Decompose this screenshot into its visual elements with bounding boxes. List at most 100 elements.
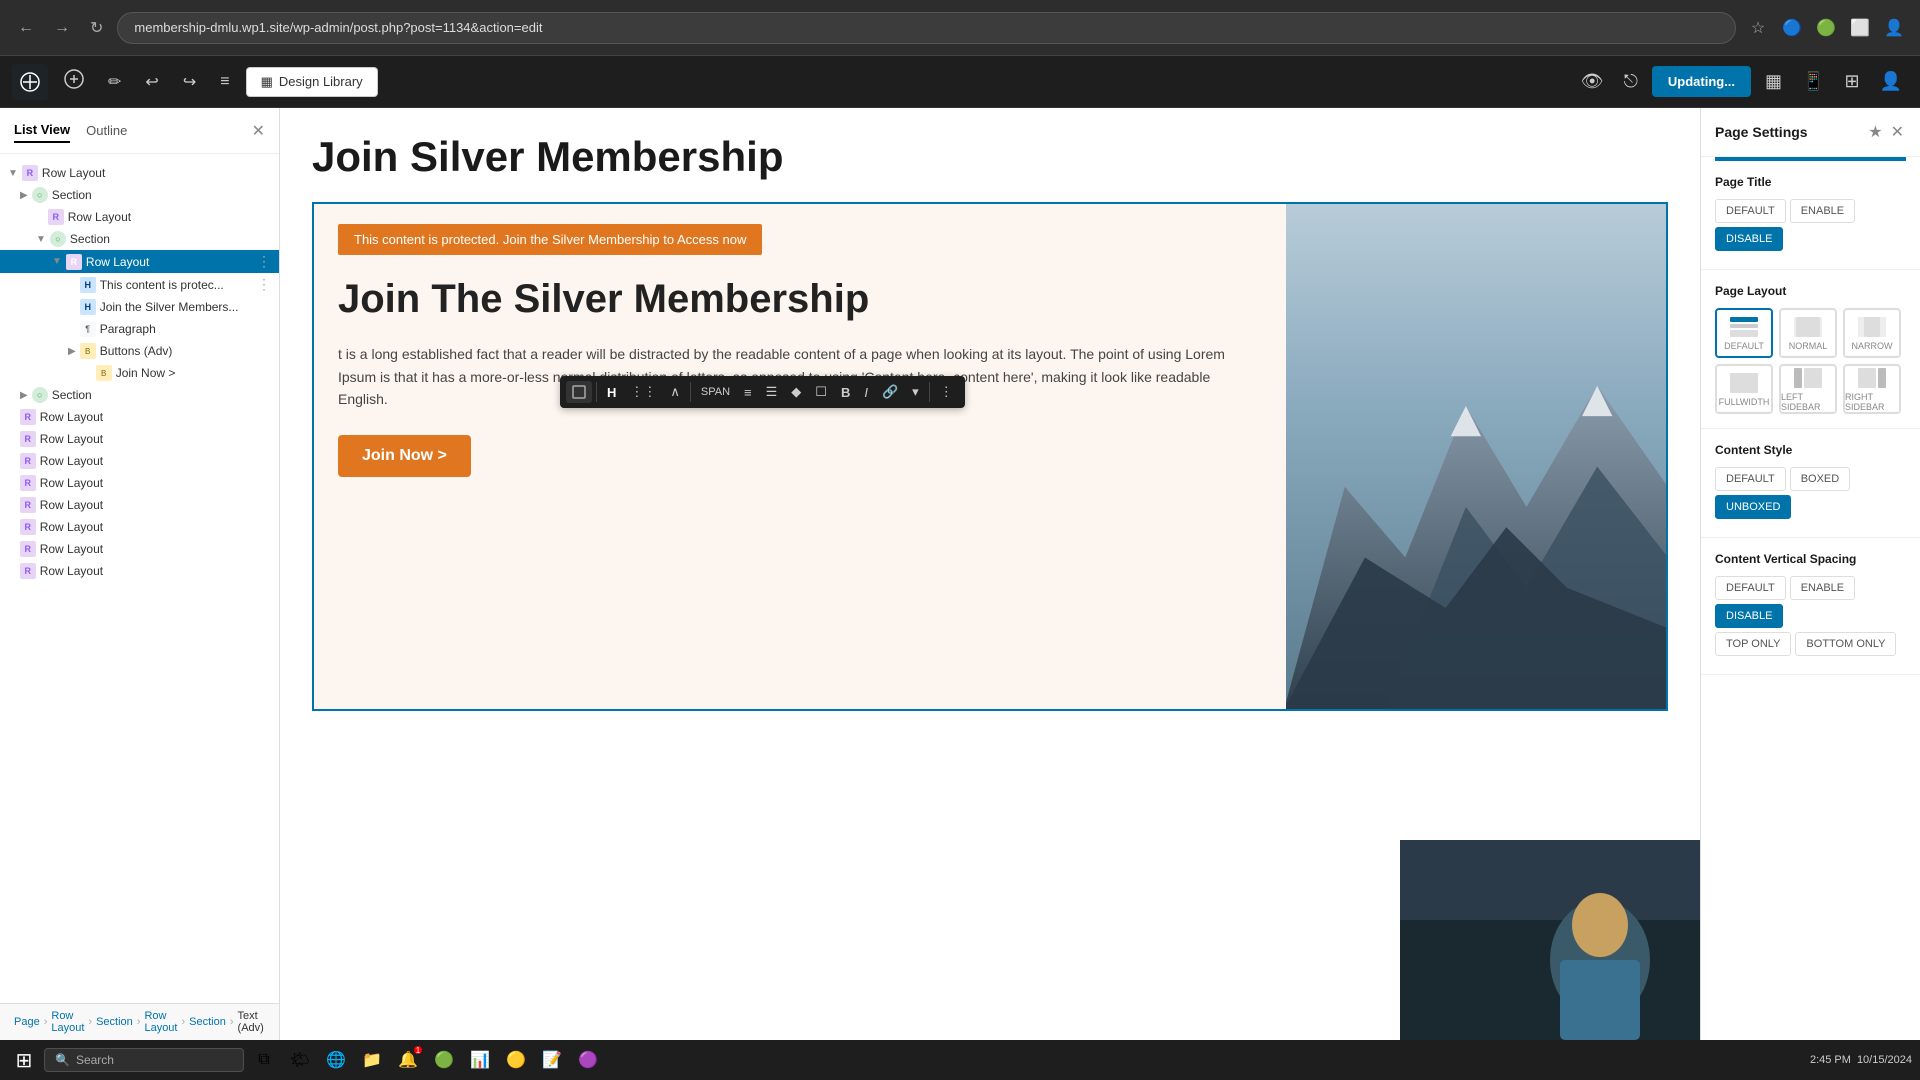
content-spacing-disable-btn[interactable]: DISABLE bbox=[1715, 604, 1783, 628]
sidebar-toggle-btn[interactable]: ⊞ bbox=[1838, 65, 1865, 98]
taskbar-app3-icon[interactable]: 🟡 bbox=[500, 1044, 532, 1076]
add-block-btn[interactable] bbox=[56, 63, 92, 100]
nav-back-btn[interactable]: ← bbox=[12, 15, 40, 41]
bookmark-icon[interactable]: ☆ bbox=[1744, 14, 1772, 42]
block-tool-more-btn[interactable]: ⋮ bbox=[934, 380, 959, 404]
tree-row-3[interactable]: ▶ R Row Layout bbox=[0, 428, 279, 450]
tree-row-7[interactable]: ▶ R Row Layout bbox=[0, 516, 279, 538]
layout-right-sidebar-opt[interactable]: RIGHT SIDEBAR bbox=[1843, 364, 1901, 414]
layout-left-sidebar-opt[interactable]: LEFT SIDEBAR bbox=[1779, 364, 1837, 414]
tree-row-9[interactable]: ▶ R Row Layout bbox=[0, 560, 279, 582]
tree-protected-text[interactable]: ▶ H This content is protec... ⋮ bbox=[0, 273, 279, 296]
extension-icon2[interactable]: 🟢 bbox=[1812, 14, 1840, 42]
taskbar-task-view-btn[interactable]: ⧉ bbox=[248, 1044, 280, 1076]
page-title-disable-btn[interactable]: DISABLE bbox=[1715, 227, 1783, 251]
taskbar-search-btn[interactable]: 🔍 Search bbox=[44, 1048, 244, 1072]
taskbar-app4-icon[interactable]: 📝 bbox=[536, 1044, 568, 1076]
block-tool-up-btn[interactable]: ∧ bbox=[664, 380, 686, 404]
content-spacing-top-btn[interactable]: TOP ONLY bbox=[1715, 632, 1791, 656]
profile-icon[interactable]: 👤 bbox=[1880, 14, 1908, 42]
breadcrumb-section2[interactable]: Section bbox=[189, 1016, 226, 1028]
block-tool-bold-btn[interactable]: B bbox=[835, 381, 856, 404]
block-tool-drag-btn[interactable]: ⋮⋮ bbox=[624, 380, 662, 404]
extension-icon1[interactable]: 🔵 bbox=[1778, 14, 1806, 42]
more-options-icon[interactable]: ⋮ bbox=[257, 253, 271, 270]
tree-row-8[interactable]: ▶ R Row Layout bbox=[0, 538, 279, 560]
design-library-btn[interactable]: ▦ Design Library bbox=[246, 67, 378, 97]
breadcrumb-rowlayout2[interactable]: Row Layout bbox=[144, 1010, 177, 1034]
breadcrumb-section[interactable]: Section bbox=[96, 1016, 133, 1028]
responsive-btn[interactable]: 📱 bbox=[1796, 65, 1830, 98]
tree-section-2[interactable]: ▼ ○ Section bbox=[0, 228, 279, 250]
breadcrumb-page[interactable]: Page bbox=[14, 1016, 40, 1028]
user-btn[interactable]: 👤 bbox=[1874, 65, 1908, 98]
content-style-unboxed-btn[interactable]: UNBOXED bbox=[1715, 495, 1791, 519]
block-tool-italic-btn[interactable]: I bbox=[858, 381, 874, 404]
panel-close-btn[interactable]: ✕ bbox=[1889, 120, 1906, 144]
taskbar-app2-icon[interactable]: 📊 bbox=[464, 1044, 496, 1076]
taskbar-files-icon[interactable]: 📁 bbox=[356, 1044, 388, 1076]
content-style-boxed-btn[interactable]: BOXED bbox=[1790, 467, 1851, 491]
block-tool-align-btn[interactable]: ≡ bbox=[738, 381, 758, 404]
settings-icon-btn[interactable]: ▦ bbox=[1759, 65, 1788, 98]
layout-narrow-opt[interactable]: NARROW bbox=[1843, 308, 1901, 358]
nav-forward-btn[interactable]: → bbox=[48, 15, 76, 41]
tree-row-4[interactable]: ▶ R Row Layout bbox=[0, 450, 279, 472]
tree-section-3[interactable]: ▶ ○ Section bbox=[0, 384, 279, 406]
tree-paragraph[interactable]: ▶ ¶ Paragraph bbox=[0, 318, 279, 340]
content-spacing-bottom-btn[interactable]: BOTTOM ONLY bbox=[1795, 632, 1896, 656]
start-btn[interactable]: ⊞ bbox=[8, 1044, 40, 1076]
taskbar-chrome-icon[interactable]: 🌐 bbox=[320, 1044, 352, 1076]
tree-buttons-adv[interactable]: ▶ B Buttons (Adv) bbox=[0, 340, 279, 362]
redo-btn[interactable]: ↪ bbox=[175, 66, 204, 98]
edit-btn[interactable]: ✏ bbox=[100, 66, 129, 98]
panel-close-btn[interactable]: ✕ bbox=[252, 121, 265, 141]
tab-list-view[interactable]: List View bbox=[14, 118, 70, 143]
updating-btn[interactable]: Updating... bbox=[1652, 66, 1751, 97]
block-tool-dropdown-btn[interactable]: ▾ bbox=[906, 380, 925, 404]
tab-outline[interactable]: Outline bbox=[86, 119, 127, 142]
extension-icon3[interactable]: ⬜ bbox=[1846, 14, 1874, 42]
taskbar-notification-icon[interactable]: 🔔1 bbox=[392, 1044, 424, 1076]
tree-row-layout-2[interactable]: ▶ R Row Layout bbox=[0, 206, 279, 228]
block-tool-span-btn[interactable]: SPAN bbox=[695, 382, 736, 402]
content-spacing-enable-btn[interactable]: ENABLE bbox=[1790, 576, 1855, 600]
block-tool-box-btn[interactable]: ☐ bbox=[809, 380, 833, 404]
tree-section-1[interactable]: ▶ ○ Section bbox=[0, 184, 279, 206]
page-title-enable-btn[interactable]: ENABLE bbox=[1790, 199, 1855, 223]
join-now-btn[interactable]: Join Now > bbox=[338, 435, 471, 477]
block-tool-list-btn[interactable]: ☰ bbox=[760, 380, 784, 404]
layout-default-opt[interactable]: DEFAULT bbox=[1715, 308, 1773, 358]
tree-row-6[interactable]: ▶ R Row Layout bbox=[0, 494, 279, 516]
layout-normal-opt[interactable]: NORMAL bbox=[1779, 308, 1837, 358]
more-options-icon[interactable]: ⋮ bbox=[257, 276, 271, 293]
tree-row-2[interactable]: ▶ R Row Layout bbox=[0, 406, 279, 428]
canvas-area[interactable]: Join Silver Membership H ⋮⋮ ∧ SPAN ≡ ☰ ◆… bbox=[280, 108, 1700, 1080]
preview-btn[interactable]: ⎋ bbox=[1618, 65, 1644, 98]
content-style-default-btn[interactable]: DEFAULT bbox=[1715, 467, 1786, 491]
tree-row-layout-active[interactable]: ▼ R Row Layout ⋮ bbox=[0, 250, 279, 273]
content-spacing-default-btn[interactable]: DEFAULT bbox=[1715, 576, 1786, 600]
layout-fullwidth-opt[interactable]: FULLWIDTH bbox=[1715, 364, 1773, 414]
block-tool-select-btn[interactable] bbox=[566, 381, 592, 403]
breadcrumb-row[interactable]: Row Layout bbox=[51, 1010, 84, 1034]
undo-btn[interactable]: ↩ bbox=[137, 66, 166, 98]
star-btn[interactable]: ★ bbox=[1866, 120, 1884, 144]
page-title-default-btn[interactable]: DEFAULT bbox=[1715, 199, 1786, 223]
nav-refresh-btn[interactable]: ↻ bbox=[84, 14, 109, 42]
block-tool-heading-btn[interactable]: H bbox=[601, 381, 622, 404]
wp-logo[interactable] bbox=[12, 64, 48, 100]
tree-join-silver[interactable]: ▶ H Join the Silver Members... bbox=[0, 296, 279, 318]
block-tool-link-btn[interactable]: 🔗 bbox=[876, 380, 904, 404]
protected-content-section[interactable]: This content is protected. Join the Silv… bbox=[312, 202, 1668, 711]
tree-row-layout-1[interactable]: ▼ R Row Layout bbox=[0, 162, 279, 184]
tree-join-now[interactable]: ▶ B Join Now > bbox=[0, 362, 279, 384]
taskbar-app5-icon[interactable]: 🟣 bbox=[572, 1044, 604, 1076]
menu-btn[interactable]: ≡ bbox=[212, 67, 237, 97]
taskbar-weather-icon[interactable]: 🌤 bbox=[284, 1044, 316, 1076]
taskbar-app1-icon[interactable]: 🟢 bbox=[428, 1044, 460, 1076]
block-tool-diamond-btn[interactable]: ◆ bbox=[785, 380, 807, 404]
address-bar[interactable] bbox=[117, 12, 1736, 44]
view-btn[interactable]: 👁 bbox=[1575, 65, 1610, 98]
tree-row-5[interactable]: ▶ R Row Layout bbox=[0, 472, 279, 494]
